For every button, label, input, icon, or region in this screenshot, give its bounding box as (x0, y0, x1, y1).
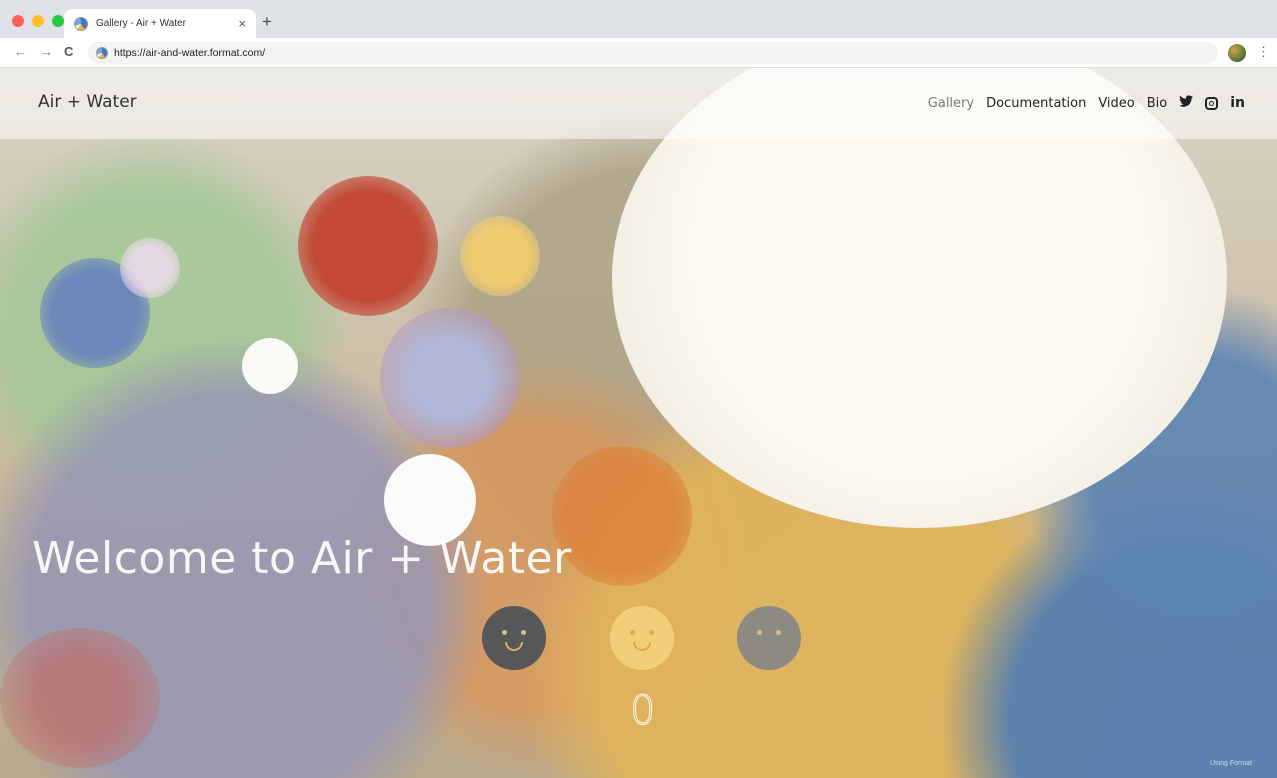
counter-display: 0 (629, 688, 656, 735)
site-info-icon[interactable] (96, 47, 108, 59)
smile (633, 642, 651, 651)
eye (776, 630, 781, 635)
site-favicon-icon (74, 16, 88, 31)
orange-bubble (552, 446, 692, 586)
address-bar[interactable]: https://air-and-water.format.com/ (88, 42, 1218, 64)
site-header: Air + Water Gallery Documentation Video … (0, 68, 1277, 139)
sun-face-button[interactable] (610, 606, 674, 670)
nav-documentation[interactable]: Documentation (986, 96, 1086, 111)
reload-icon[interactable]: C (64, 44, 73, 59)
hero-title: Welcome to Air + Water (32, 533, 572, 584)
browser-tab-active[interactable]: Gallery - Air + Water × (64, 9, 256, 38)
eye (630, 630, 635, 635)
hero-page: Air + Water Gallery Documentation Video … (0, 68, 1277, 778)
pink-small-bubble (120, 238, 180, 298)
nav-bio[interactable]: Bio (1147, 96, 1167, 111)
small-white-bubble (242, 338, 298, 394)
forward-arrow-icon[interactable]: → (40, 44, 53, 59)
browser-menu-icon[interactable]: ⋮ (1257, 44, 1270, 60)
format-credit[interactable]: Using Format (1210, 760, 1252, 767)
browser-toolbar: ← → C https://air-and-water.format.com/ … (0, 38, 1277, 68)
dark-face-button[interactable] (482, 606, 546, 670)
back-arrow-icon[interactable]: ← (14, 44, 27, 59)
minimize-window-button[interactable] (32, 15, 44, 27)
linkedin-icon[interactable]: in (1230, 95, 1245, 111)
smile (505, 642, 523, 651)
site-logo[interactable]: Air + Water (38, 92, 137, 112)
lavender-bubble (380, 308, 520, 448)
nav-video[interactable]: Video (1098, 96, 1134, 111)
tab-title: Gallery - Air + Water (96, 18, 186, 29)
profile-avatar[interactable] (1228, 44, 1246, 62)
maximize-window-button[interactable] (52, 15, 64, 27)
eye (757, 630, 762, 635)
twitter-icon[interactable] (1179, 95, 1194, 111)
instagram-icon[interactable] (1205, 96, 1219, 110)
tab-close-icon[interactable]: × (238, 16, 246, 31)
grey-face-button[interactable] (737, 606, 801, 670)
pink-bubble (0, 628, 160, 768)
url-text[interactable]: https://air-and-water.format.com/ (114, 47, 265, 59)
browser-tab-bar: Gallery - Air + Water × + (0, 0, 1277, 38)
eye (649, 630, 654, 635)
new-tab-button[interactable]: + (262, 12, 272, 32)
eye (521, 630, 526, 635)
eye (502, 630, 507, 635)
nav-gallery[interactable]: Gallery (928, 96, 974, 111)
close-window-button[interactable] (12, 15, 24, 27)
red-bubble (298, 176, 438, 316)
site-nav: Gallery Documentation Video Bio in (928, 95, 1245, 111)
window-controls (12, 15, 64, 27)
yellow-bubble (460, 216, 540, 296)
